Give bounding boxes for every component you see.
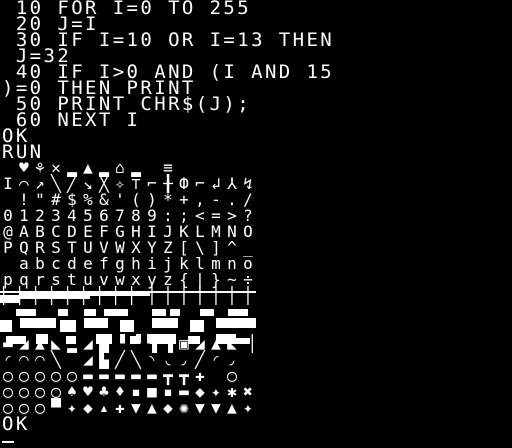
block-graphic xyxy=(150,334,176,344)
block-graphic xyxy=(6,336,26,344)
block-graphic xyxy=(170,309,180,316)
block-graphic xyxy=(236,338,250,344)
charset-cell: ▼ xyxy=(131,398,141,417)
block-graphic xyxy=(216,318,256,328)
charset-row-15: ◯ ◯ ◯ ▀ ✦ ◆ ▴ ✚ ▼ ▲ ◆ ✺ ▼ ▼ ▲ ✦ xyxy=(0,400,256,416)
charset-cell: ◯ xyxy=(35,398,45,417)
charset-cell xyxy=(240,352,256,368)
block-graphic xyxy=(90,292,150,296)
block-graphic xyxy=(20,293,90,299)
charset-cell: ✦ xyxy=(243,398,253,417)
charset-cell: ✚ xyxy=(115,398,125,417)
block-graphic xyxy=(96,334,112,344)
block-graphic xyxy=(36,334,48,344)
text-cursor xyxy=(2,441,14,443)
block-graphic xyxy=(216,334,236,344)
charset-cell: ▲ xyxy=(227,398,237,417)
block-graphic xyxy=(60,320,76,332)
block-graphic xyxy=(200,309,214,316)
block-graphic xyxy=(104,309,128,316)
basic-screen[interactable]: 10 FOR I=0 TO 255 20 J=I 30 IF I=10 OR I… xyxy=(0,0,512,448)
block-graphic xyxy=(66,336,76,344)
block-graphic xyxy=(84,318,108,328)
block-graphic xyxy=(130,336,140,344)
charset-cell xyxy=(128,304,144,320)
charset-cell: ▼ xyxy=(211,398,221,417)
block-graphic xyxy=(120,320,134,332)
block-graphic xyxy=(0,295,20,303)
block-graphic xyxy=(152,309,166,316)
charset-cell: ✺ xyxy=(179,398,189,417)
final-ok-prompt: OK xyxy=(2,413,30,435)
block-graphic xyxy=(188,336,200,344)
charset-cell: ▼ xyxy=(195,398,205,417)
block-graphic xyxy=(20,318,56,328)
charset-cell: ◆ xyxy=(163,398,173,417)
charset-cell: ✦ xyxy=(67,398,77,417)
charset-cell: ◆ xyxy=(83,398,93,417)
block-graphic xyxy=(58,309,68,316)
block-graphic xyxy=(0,320,12,332)
charset-cell: ▴ xyxy=(99,398,109,417)
block-graphic xyxy=(152,318,178,328)
block-graphic xyxy=(16,309,36,316)
charset-cell: ▀ xyxy=(51,398,61,417)
character-set-output: ♥ ⚘ ✕ ▂ ▲ ▂ ⌂ ▂ ≡ I ⌒ ↗ ╲ ╱ ↘ ╳ ✧ ⊤ ⌐ ╂ Ф ⌐ ↲ ⅄ ↯ ! " # $% & '() * +, -.… xyxy=(0,160,256,416)
charset-cell: ◜ xyxy=(211,350,221,369)
charset-cell xyxy=(0,304,16,320)
block-graphic xyxy=(190,320,204,332)
block-graphic xyxy=(228,309,248,316)
block-graphic xyxy=(84,309,96,316)
charset-cell: ▲ xyxy=(147,398,157,417)
